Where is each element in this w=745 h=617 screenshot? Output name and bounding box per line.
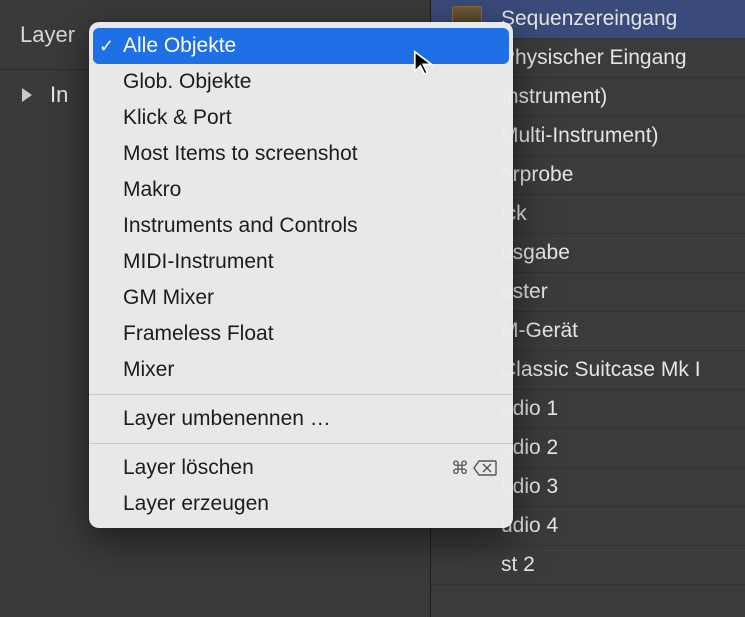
checkmark-icon: ✓ bbox=[99, 36, 114, 57]
menu-item-delete-layer[interactable]: Layer löschen ⌘ bbox=[89, 450, 513, 486]
list-item[interactable]: st 2 bbox=[431, 546, 745, 585]
menu-separator bbox=[89, 443, 513, 444]
menu-item-label: MIDI-Instrument bbox=[123, 250, 274, 274]
menu-item[interactable]: Mixer bbox=[89, 352, 513, 388]
list-item-label: st 2 bbox=[501, 553, 535, 577]
menu-item-label: Mixer bbox=[123, 358, 174, 382]
menu-item[interactable]: Most Items to screenshot bbox=[89, 136, 513, 172]
list-item-label: Instrument) bbox=[501, 85, 607, 109]
menu-item-label: Layer umbenennen … bbox=[123, 407, 331, 431]
list-item-label: Multi-Instrument) bbox=[501, 124, 659, 148]
menu-item-label: Makro bbox=[123, 178, 181, 202]
menu-item-label: GM Mixer bbox=[123, 286, 214, 310]
layer-label-text: Layer bbox=[20, 22, 75, 48]
menu-item-label: Alle Objekte bbox=[123, 34, 236, 58]
disclosure-triangle-icon[interactable] bbox=[22, 88, 32, 102]
list-item-label: Classic Suitcase Mk I bbox=[501, 358, 701, 382]
menu-item-create-layer[interactable]: Layer erzeugen bbox=[89, 486, 513, 522]
list-item-label: Physischer Eingang bbox=[501, 46, 687, 70]
menu-item-label: Layer erzeugen bbox=[123, 492, 269, 516]
keyboard-shortcut: ⌘ bbox=[451, 458, 497, 479]
menu-item[interactable]: Makro bbox=[89, 172, 513, 208]
menu-item-label: Instruments and Controls bbox=[123, 214, 358, 238]
menu-item-all-objects[interactable]: ✓ Alle Objekte bbox=[93, 28, 509, 64]
inspector-row-label: In bbox=[50, 82, 68, 108]
cmd-key-icon: ⌘ bbox=[451, 458, 469, 479]
menu-item[interactable]: Klick & Port bbox=[89, 100, 513, 136]
menu-item-label: Klick & Port bbox=[123, 106, 232, 130]
menu-item-label: Most Items to screenshot bbox=[123, 142, 358, 166]
menu-item[interactable]: Frameless Float bbox=[89, 316, 513, 352]
delete-key-icon bbox=[473, 460, 497, 476]
layer-popup-menu: ✓ Alle Objekte Glob. Objekte Klick & Por… bbox=[89, 22, 513, 528]
menu-item[interactable]: Glob. Objekte bbox=[89, 64, 513, 100]
menu-separator bbox=[89, 394, 513, 395]
menu-item[interactable]: GM Mixer bbox=[89, 280, 513, 316]
menu-item-label: Glob. Objekte bbox=[123, 70, 251, 94]
menu-item[interactable]: MIDI-Instrument bbox=[89, 244, 513, 280]
menu-item-label: Layer löschen bbox=[123, 456, 254, 480]
menu-item-label: Frameless Float bbox=[123, 322, 274, 346]
menu-item-rename-layer[interactable]: Layer umbenennen … bbox=[89, 401, 513, 437]
list-item-label: Sequenzereingang bbox=[501, 7, 677, 31]
menu-item[interactable]: Instruments and Controls bbox=[89, 208, 513, 244]
